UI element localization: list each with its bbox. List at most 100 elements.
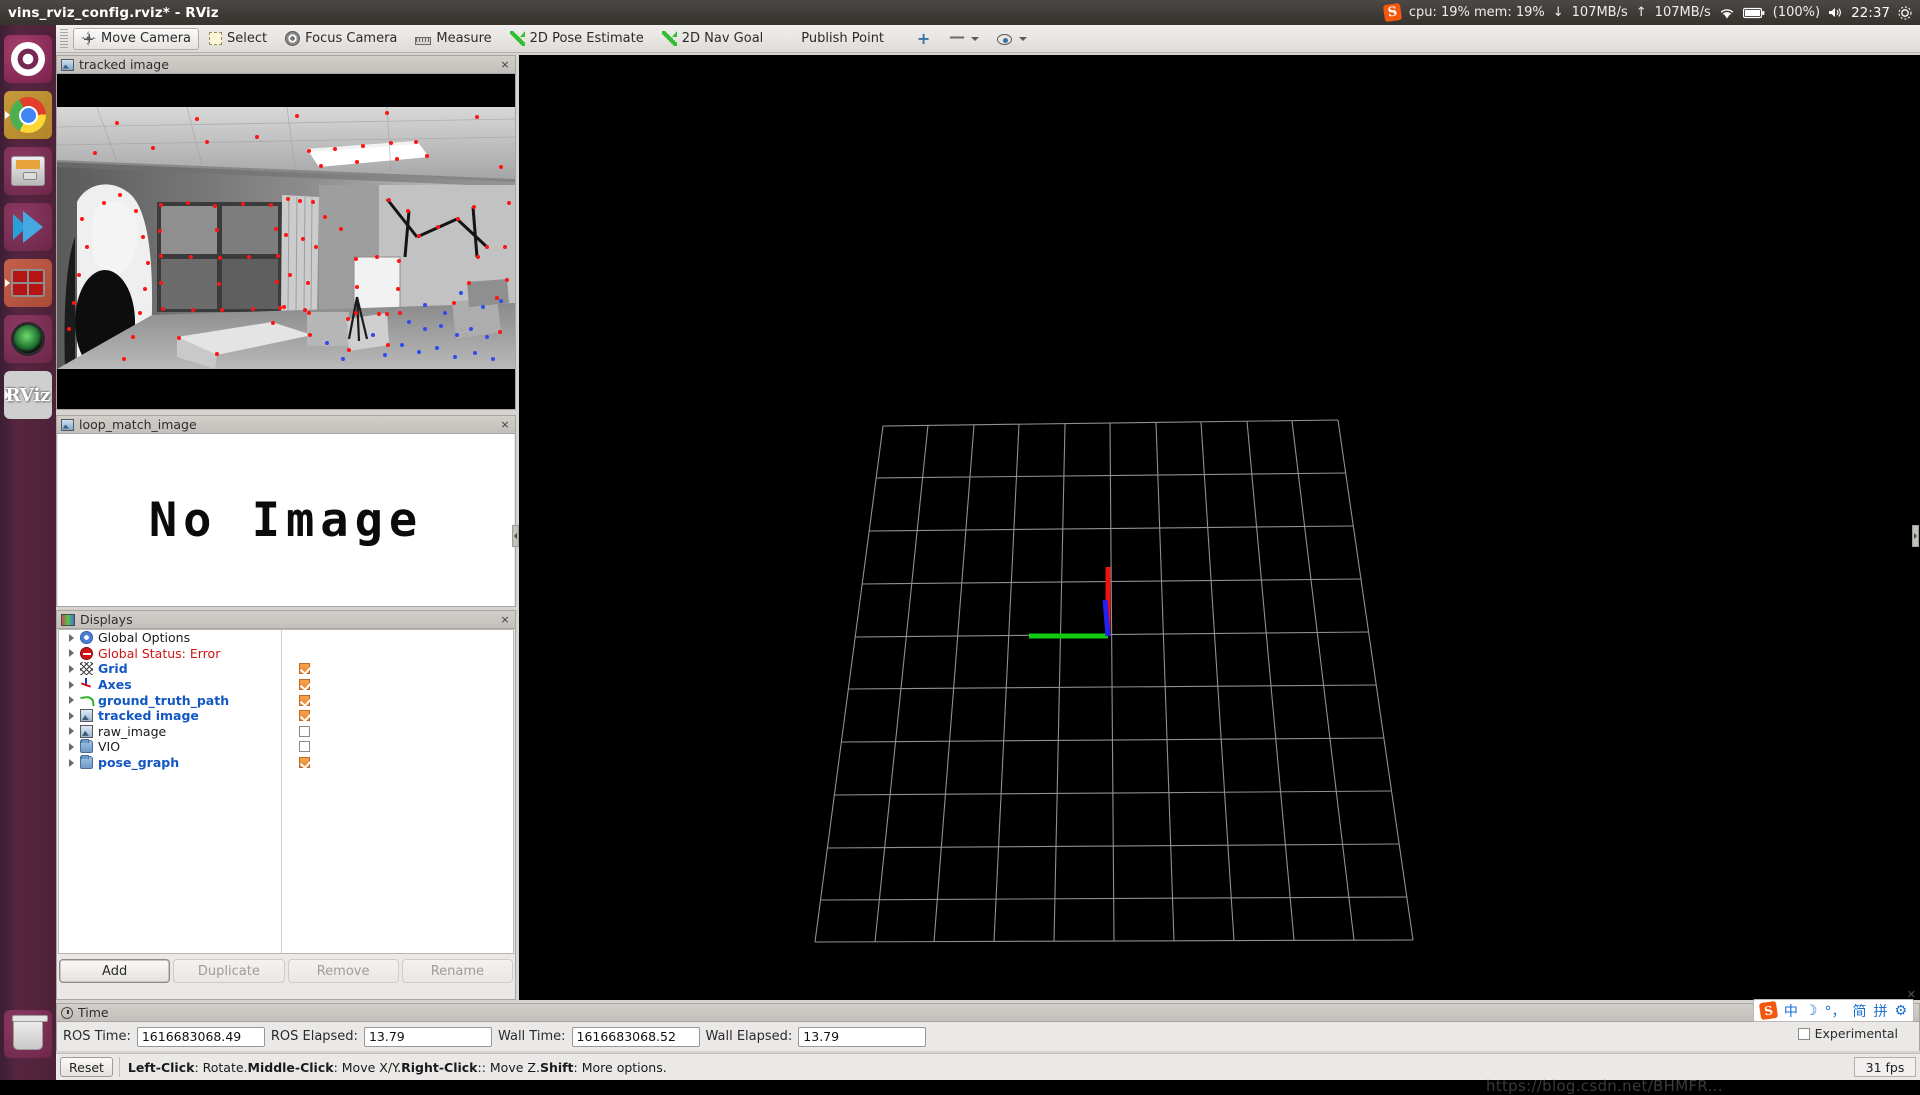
launcher-item-cheese[interactable]	[4, 315, 52, 363]
ime-moon-icon[interactable]: ☽	[1805, 1003, 1818, 1019]
tree-item-label: tracked image	[98, 708, 199, 724]
resource-monitor-stats: cpu: 19% mem: 19%	[1408, 5, 1545, 20]
launcher-item-google-chrome[interactable]	[4, 91, 52, 139]
expand-arrow-icon[interactable]	[67, 726, 77, 736]
ime-simplified-toggle[interactable]: 简	[1852, 1001, 1866, 1021]
sogou-logo-icon[interactable]: S	[1758, 1000, 1778, 1021]
expand-arrow-icon[interactable]	[67, 633, 77, 643]
enable-checkbox[interactable]	[299, 679, 310, 691]
tree-item-pose-graph[interactable]: pose_graph	[59, 755, 513, 771]
panel-tracked-image: tracked image ×	[56, 55, 516, 410]
wall-time-value[interactable]: 1616683068.52	[571, 1026, 700, 1047]
ime-settings-gear-icon[interactable]: ⚙	[1894, 1003, 1907, 1019]
grid-icon	[80, 662, 93, 676]
close-icon[interactable]: ×	[499, 613, 511, 626]
ime-lang-toggle[interactable]: 中	[1784, 1001, 1798, 1021]
publish-point-icon	[781, 31, 796, 46]
camera-icon	[11, 322, 45, 356]
volume-icon[interactable]	[1828, 6, 1843, 19]
ros-elapsed-value[interactable]: 13.79	[363, 1026, 492, 1047]
tool-2d-nav-goal[interactable]: 2D Nav Goal	[654, 28, 772, 50]
rviz-toolbar: Move Camera Select Focus Camera Measure …	[56, 25, 1920, 53]
vscode-icon	[11, 210, 45, 244]
tree-item-global-options[interactable]: Global Options	[59, 630, 513, 646]
ime-punctuation-toggle[interactable]: °，	[1824, 1001, 1845, 1021]
displays-panel-icon	[61, 613, 75, 626]
enable-checkbox[interactable]	[299, 710, 310, 722]
expand-arrow-icon[interactable]	[67, 695, 77, 705]
remove-button[interactable]: Remove	[287, 959, 399, 983]
experimental-option[interactable]: Experimental	[1797, 1026, 1898, 1041]
toolbar-grip[interactable]	[60, 28, 68, 49]
expand-arrow-icon[interactable]	[67, 742, 77, 752]
wall-elapsed-value[interactable]: 13.79	[798, 1026, 927, 1047]
visibility-button[interactable]	[989, 28, 1035, 50]
tool-measure[interactable]: Measure	[407, 28, 499, 50]
unity-launcher: RViz	[0, 25, 56, 1080]
ime-pinyin-toggle[interactable]: 拼	[1873, 1001, 1887, 1021]
wifi-icon[interactable]	[1719, 6, 1735, 20]
left-dock-collapse-handle[interactable]	[512, 525, 519, 547]
launcher-item-rviz[interactable]: RViz	[4, 371, 52, 419]
enable-checkbox[interactable]	[299, 694, 310, 706]
expand-arrow-icon[interactable]	[67, 680, 77, 690]
launcher-item-ubuntu-dash[interactable]	[4, 35, 52, 83]
ros-time-value[interactable]: 1616683068.49	[136, 1026, 265, 1047]
tree-item-vio[interactable]: VIO	[59, 739, 513, 755]
expand-arrow-icon[interactable]	[67, 648, 77, 658]
expand-arrow-icon[interactable]	[67, 664, 77, 674]
launcher-item-vscode[interactable]	[4, 203, 52, 251]
launcher-item-trash[interactable]	[4, 1010, 52, 1058]
time-fields: ROS Time: 1616683068.49 ROS Elapsed: 13.…	[57, 1022, 1919, 1051]
panel-title-bar[interactable]: tracked image ×	[57, 56, 515, 74]
tool-publish-point[interactable]: Publish Point	[773, 28, 892, 50]
remove-tool-button[interactable]: —	[941, 28, 987, 50]
experimental-label: Experimental	[1814, 1026, 1898, 1041]
tool-focus-camera[interactable]: Focus Camera	[277, 28, 405, 50]
enable-checkbox[interactable]	[299, 741, 310, 753]
enable-checkbox[interactable]	[299, 757, 310, 769]
close-icon[interactable]: ×	[499, 418, 511, 431]
tree-item-grid[interactable]: Grid	[59, 661, 513, 677]
launcher-item-files[interactable]	[4, 147, 52, 195]
clock[interactable]: 22:37	[1851, 5, 1890, 21]
tool-select[interactable]: Select	[201, 28, 275, 50]
duplicate-button[interactable]: Duplicate	[173, 959, 285, 983]
session-gear-icon[interactable]	[1898, 5, 1912, 20]
sogou-tray-icon[interactable]: S	[1382, 2, 1402, 23]
chevron-left-icon	[514, 533, 517, 539]
add-tool-button[interactable]: +	[908, 28, 939, 50]
reset-button[interactable]: Reset	[60, 1057, 113, 1077]
right-dock-collapse-handle[interactable]	[1912, 525, 1919, 547]
panel-title-text: Displays	[80, 612, 133, 627]
tool-label: Focus Camera	[305, 31, 398, 46]
add-button[interactable]: Add	[59, 959, 171, 983]
image-panel-icon	[61, 418, 74, 431]
tree-item-raw-image[interactable]: raw_image	[59, 724, 513, 740]
tree-item-ground-truth-path[interactable]: ground_truth_path	[59, 692, 513, 708]
tree-item-global-status[interactable]: Global Status: Error	[59, 646, 513, 662]
pose-estimate-icon	[509, 31, 525, 46]
enable-checkbox[interactable]	[299, 725, 310, 737]
render-viewport-3d[interactable]	[519, 55, 1920, 1000]
tool-label: Move Camera	[101, 31, 192, 46]
tool-label: Select	[227, 31, 268, 46]
rename-button[interactable]: Rename	[401, 959, 513, 983]
tool-label: 2D Nav Goal	[681, 31, 764, 46]
expand-arrow-icon[interactable]	[67, 758, 77, 768]
panel-title-bar[interactable]: Displays ×	[57, 611, 515, 629]
expand-arrow-icon[interactable]	[67, 711, 77, 721]
panel-title-bar[interactable]: Time	[57, 1004, 1919, 1022]
tree-item-tracked-image[interactable]: tracked image	[59, 708, 513, 724]
panel-title-bar[interactable]: loop_match_image ×	[57, 416, 515, 434]
move-camera-icon	[81, 31, 96, 46]
tool-move-camera[interactable]: Move Camera	[73, 27, 200, 50]
close-icon[interactable]: ×	[499, 58, 511, 71]
tree-item-axes[interactable]: Axes	[59, 677, 513, 693]
battery-icon[interactable]	[1742, 7, 1765, 19]
experimental-checkbox[interactable]	[1797, 1027, 1810, 1040]
tool-2d-pose-estimate[interactable]: 2D Pose Estimate	[502, 28, 652, 50]
launcher-item-terminal[interactable]	[4, 259, 52, 307]
enable-checkbox[interactable]	[299, 663, 310, 675]
tree-item-label: VIO	[98, 739, 121, 755]
